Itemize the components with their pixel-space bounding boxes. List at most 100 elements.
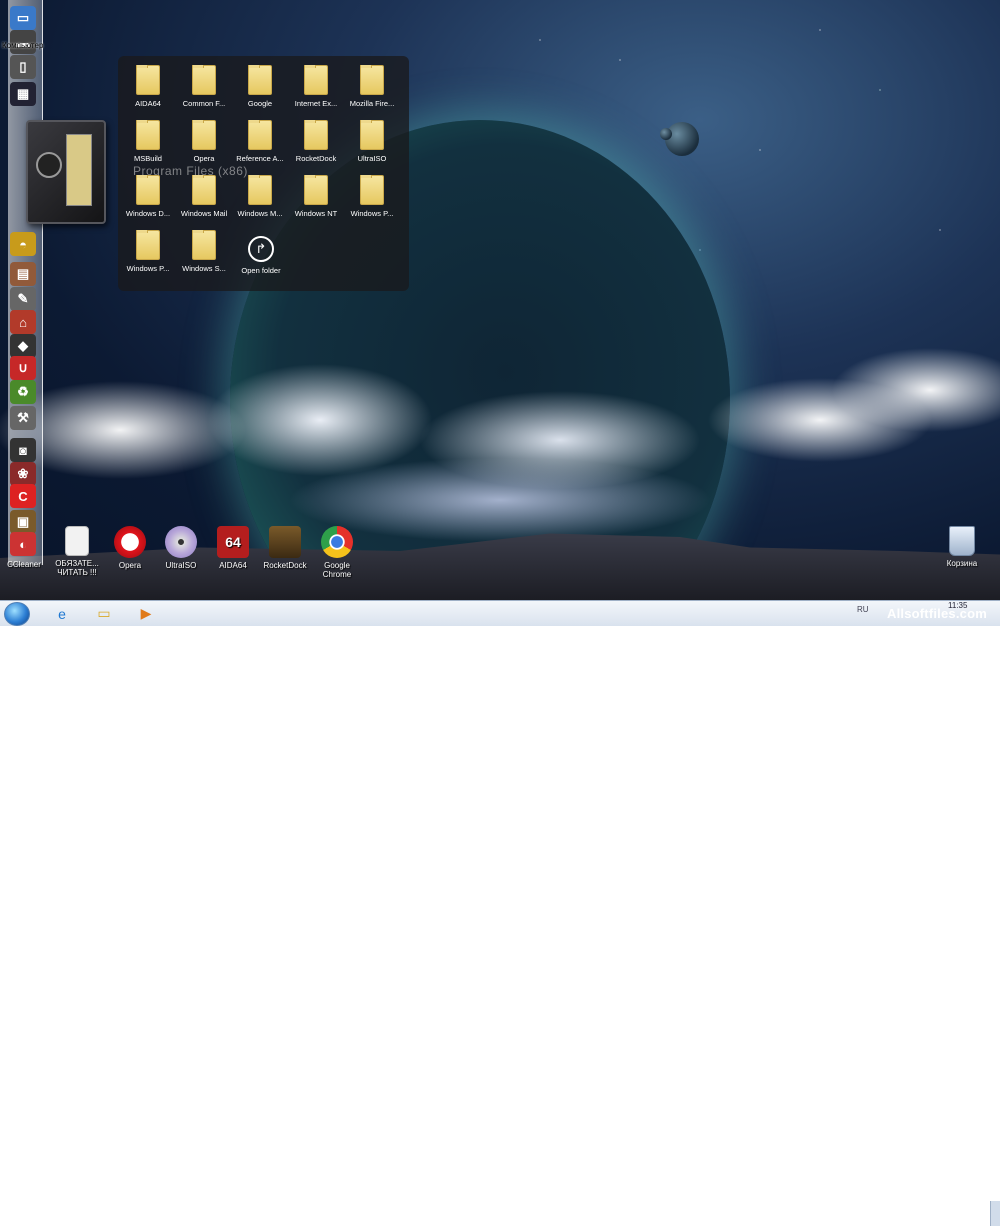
gallery-icon[interactable]: ▤ (10, 262, 36, 286)
show-desktop-button[interactable] (990, 1201, 1000, 1226)
chest-icon[interactable]: ▣ (10, 510, 36, 534)
stack-folder-item[interactable]: Reference A... (231, 120, 289, 163)
moon (665, 122, 699, 156)
door-icon (66, 134, 92, 206)
camera-icon-glyph: ◙ (19, 442, 27, 458)
desktop-shortcut-chrome[interactable]: Google Chrome (307, 526, 367, 579)
recycle-bin-label: Корзина (946, 559, 978, 568)
folder-icon (360, 120, 384, 150)
folder-icon (136, 175, 160, 205)
stack-folder-label: RocketDock (295, 154, 337, 163)
stack-folder-item[interactable]: Windows M... (231, 175, 289, 218)
ccleaner-app-icon-glyph: ◐ (19, 536, 27, 552)
dock-label-ccleaner: CCleaner (7, 560, 41, 569)
stack-folder-item[interactable]: Internet Ex... (287, 65, 345, 108)
watermark: Allsoftfiles.com (887, 606, 987, 621)
taskbar: e ▭ ▶ (0, 600, 1000, 1226)
document-icon (65, 526, 89, 556)
internet-explorer-icon[interactable]: e (48, 603, 76, 624)
media-icon-glyph: ▦ (16, 86, 30, 101)
desktop-shortcut-label: Google Chrome (322, 561, 352, 579)
box-icon[interactable]: ◆ (10, 334, 36, 358)
stack-folder-item[interactable]: Common F... (175, 65, 233, 108)
recycle-icon[interactable]: ♻ (10, 380, 36, 404)
garden-icon-glyph: ❀ (17, 466, 29, 481)
stack-folder-label: MSBuild (134, 154, 162, 163)
folder-icon (136, 230, 160, 260)
folder-icon (136, 65, 160, 95)
desktop: ▭ ▬ ▯ ▦ ◓ ▤ ✎ ⌂ ◆ ∪ ♻ ⚒ ◙ ❀ C ▣ ◐ Компьютер CCleaner Pro… (0, 0, 1000, 600)
desktop-shortcut-aida64[interactable]: 64 AIDA64 (203, 526, 263, 570)
stack-folder-item[interactable]: Windows P... (119, 230, 177, 273)
folder-icon (248, 120, 272, 150)
stack-folder-label: Windows S... (182, 264, 226, 273)
desktop-shortcut-label: UltraISO (165, 561, 197, 570)
garden-icon[interactable]: ❀ (10, 462, 36, 486)
magnet-icon[interactable]: ∪ (10, 356, 36, 380)
stack-folder-label: Windows P... (126, 264, 170, 273)
desktop-shortcut-document[interactable]: ОБЯЗАТЕ... ЧИТАТЬ !!! (47, 526, 107, 577)
open-folder-icon: ↱ (248, 236, 274, 262)
stack-folder-item[interactable]: Windows D... (119, 175, 177, 218)
folder-icon (248, 175, 272, 205)
aida64-icon: 64 (217, 526, 249, 558)
stack-folder-label: Common F... (182, 99, 226, 108)
recycle-icon-glyph: ♻ (17, 384, 29, 399)
stack-folder-item[interactable]: Windows S... (175, 230, 233, 273)
house-icon-glyph: ⌂ (19, 314, 27, 330)
wrench-icon-glyph: ⚒ (17, 410, 29, 425)
open-folder-button[interactable]: ↱ Open folder (232, 236, 290, 275)
phone-icon[interactable]: ▯ (10, 55, 36, 79)
stack-folder-label: Internet Ex... (294, 99, 338, 108)
recycle-bin-icon (949, 526, 975, 556)
stack-folder-label: Windows Mail (180, 209, 228, 218)
ultraiso-icon (165, 526, 197, 558)
tools-icon[interactable]: ✎ (10, 287, 36, 311)
media-player-icon[interactable]: ▶ (132, 603, 160, 624)
folder-icon (192, 65, 216, 95)
start-button[interactable] (4, 602, 30, 626)
safe-icon[interactable] (26, 120, 106, 224)
ccleaner-icon-glyph: C (18, 488, 28, 504)
wrench-icon[interactable]: ⚒ (10, 406, 36, 430)
desktop-shortcut-label: Opera (118, 561, 142, 570)
folder-icon (304, 120, 328, 150)
stack-folder-item[interactable]: Opera (175, 120, 233, 163)
desktop-shortcut-rocketdock[interactable]: RocketDock (255, 526, 315, 570)
media-icon[interactable]: ▦ (10, 82, 36, 106)
ccleaner-icon[interactable]: C (10, 484, 36, 508)
stack-folder-label: Windows D... (125, 209, 171, 218)
explorer-icon[interactable]: ▭ (90, 603, 118, 624)
folder-icon (304, 65, 328, 95)
stack-folder-item[interactable]: Windows P... (343, 175, 401, 218)
chrome-icon (321, 526, 353, 558)
computer-icon-glyph: ▭ (16, 10, 30, 25)
stack-folder-item[interactable]: Google (231, 65, 289, 108)
stack-folder-item[interactable]: UltraISO (343, 120, 401, 163)
stack-folder-item[interactable]: Windows Mail (175, 175, 233, 218)
house-icon[interactable]: ⌂ (10, 310, 36, 334)
stack-folder-item[interactable]: Windows NT (287, 175, 345, 218)
stack-folder-item[interactable]: Mozilla Fire... (343, 65, 401, 108)
box-icon-glyph: ◆ (18, 338, 28, 353)
gallery-icon-glyph: ▤ (16, 266, 30, 281)
small-moon (660, 128, 672, 140)
ccleaner-app-icon[interactable]: ◐ (10, 532, 36, 556)
computer-icon[interactable]: ▭ (10, 6, 36, 30)
stack-folder-label: Windows NT (294, 209, 338, 218)
stack-folder-item[interactable]: RocketDock (287, 120, 345, 163)
folder-icon (360, 65, 384, 95)
camera-icon[interactable]: ◙ (10, 438, 36, 462)
desktop-shortcut-label: ОБЯЗАТЕ... ЧИТАТЬ !!! (55, 559, 99, 577)
helmet-icon[interactable]: ◓ (10, 232, 36, 256)
magnet-icon-glyph: ∪ (18, 360, 28, 375)
stack-folder-item[interactable]: AIDA64 (119, 65, 177, 108)
language-indicator[interactable]: RU (857, 605, 869, 614)
stack-folder-label: Opera (193, 154, 215, 163)
folder-icon (248, 65, 272, 95)
desktop-shortcut-ultraiso[interactable]: UltraISO (151, 526, 211, 570)
stack-folder-item[interactable]: MSBuild (119, 120, 177, 163)
desktop-shortcut-label: AIDA64 (219, 561, 247, 570)
chest-icon-glyph: ▣ (16, 514, 30, 529)
recycle-bin[interactable]: Корзина (932, 526, 992, 568)
